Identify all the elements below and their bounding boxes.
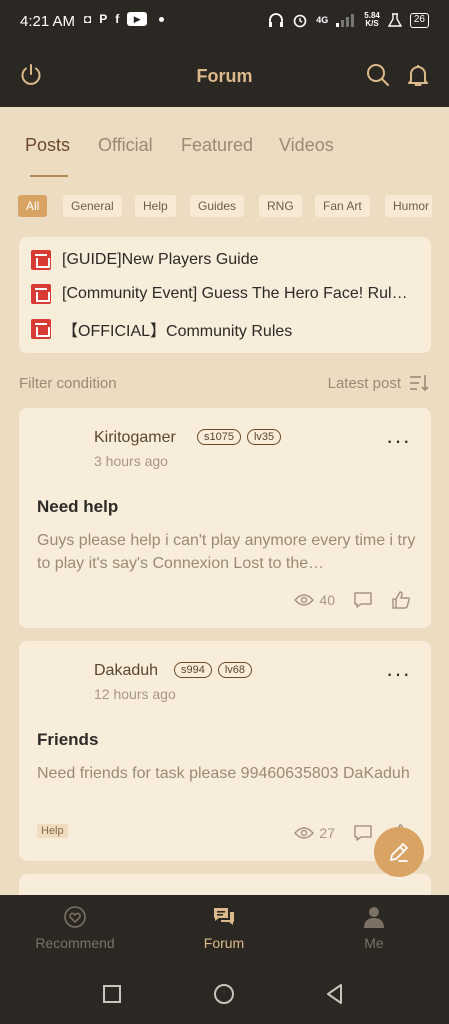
- tab-official[interactable]: Official: [98, 135, 153, 156]
- post-time: 12 hours ago: [94, 686, 176, 702]
- back-icon[interactable]: [324, 983, 346, 1005]
- post-stats: 40: [294, 588, 411, 612]
- nav-label: Recommend: [35, 935, 115, 951]
- post-card[interactable]: Dakaduh s994 lv68 12 hours ago ··· Frien…: [19, 641, 431, 861]
- signal-icon: [336, 14, 355, 27]
- facebook-icon: f: [115, 12, 120, 26]
- system-navigation: [0, 965, 449, 1024]
- chat-bubbles-icon: [214, 908, 234, 925]
- author-badges: s994 lv68: [174, 662, 253, 678]
- sort-button[interactable]: Latest post: [328, 374, 429, 392]
- net-speed: 5.84 K/S: [364, 11, 380, 28]
- comment-icon[interactable]: [353, 824, 373, 842]
- heart-circle-icon: [64, 906, 86, 928]
- pinterest-icon: P: [99, 12, 108, 26]
- app-header: Forum: [0, 44, 449, 107]
- view-count: 40: [294, 592, 335, 608]
- tab-videos[interactable]: Videos: [279, 135, 334, 156]
- pin-icon: [31, 250, 51, 270]
- author-name[interactable]: Kiritogamer: [94, 429, 176, 447]
- chip-rng[interactable]: RNG: [259, 195, 302, 217]
- new-post-button[interactable]: [374, 827, 424, 877]
- battery-indicator: 26: [409, 12, 429, 28]
- system-status-icons: 4G 5.84 K/S 26: [268, 12, 429, 28]
- pinned-post[interactable]: [GUIDE]New Players Guide: [31, 248, 416, 272]
- status-bar: 4:21 AM ◘ P f ▶ 4G 5.84 K/S 26: [0, 0, 449, 44]
- more-options-icon[interactable]: ···: [386, 663, 411, 685]
- status-time: 4:21 AM: [20, 13, 76, 30]
- youtube-icon: ▶: [127, 12, 148, 26]
- active-tab-indicator: [30, 175, 68, 177]
- chip-all[interactable]: All: [18, 195, 48, 217]
- bell-icon[interactable]: [405, 62, 431, 88]
- post-body: Need friends for task please 99460635803…: [37, 765, 410, 782]
- tab-posts[interactable]: Posts: [25, 135, 70, 156]
- post-tag[interactable]: Help: [37, 824, 68, 838]
- person-icon: [364, 907, 384, 928]
- eye-icon: [294, 594, 315, 606]
- headphones-icon: [269, 13, 284, 27]
- filter-condition[interactable]: Filter condition: [19, 375, 117, 392]
- chip-help[interactable]: Help: [135, 195, 176, 217]
- sort-label: Latest post: [327, 374, 401, 392]
- comment-icon[interactable]: [353, 591, 373, 609]
- bottom-navigation: Recommend Forum Me: [0, 895, 449, 965]
- post-card[interactable]: Kiritogamer s1075 lv35 3 hours ago ··· N…: [19, 408, 431, 628]
- chip-humor[interactable]: Humor: [385, 195, 432, 217]
- home-icon[interactable]: [213, 983, 235, 1005]
- level-badge: lv35: [246, 429, 282, 445]
- tab-featured[interactable]: Featured: [181, 135, 253, 156]
- server-badge: s994: [174, 662, 212, 678]
- like-icon[interactable]: [391, 591, 411, 609]
- sort-icon: [410, 375, 429, 392]
- post-time: 3 hours ago: [94, 453, 168, 469]
- pinned-post[interactable]: 【OFFICIAL】Community Rules: [31, 317, 416, 341]
- pin-icon: [31, 319, 51, 339]
- network-type: 4G: [316, 15, 329, 25]
- pencil-icon: [390, 843, 408, 862]
- more-notifications-icon: [159, 16, 165, 22]
- category-filter: All General Help Guides RNG Fan Art Humo…: [18, 195, 432, 219]
- nav-label: Me: [364, 935, 384, 951]
- pinned-posts: [GUIDE]New Players Guide [Community Even…: [19, 237, 431, 353]
- nav-me[interactable]: Me: [314, 905, 434, 951]
- more-options-icon[interactable]: ···: [386, 430, 411, 452]
- office-icon: ◘: [84, 12, 92, 26]
- view-count: 27: [294, 825, 335, 841]
- post-body: Guys please help i can't play anymore ev…: [37, 532, 416, 572]
- nav-label: Forum: [203, 935, 245, 951]
- forum-tabs: Posts Official Featured Videos: [0, 135, 449, 180]
- nav-forum[interactable]: Forum: [164, 905, 284, 951]
- pinned-post-title: 【OFFICIAL】Community Rules: [62, 323, 293, 340]
- chip-general[interactable]: General: [63, 195, 122, 217]
- level-badge: lv68: [217, 662, 253, 678]
- chip-guides[interactable]: Guides: [190, 195, 245, 217]
- eye-icon: [294, 827, 315, 839]
- pinned-post-title: [Community Event] Guess The Hero Face! R…: [62, 285, 416, 302]
- author-name[interactable]: Dakaduh: [94, 662, 158, 680]
- post-title: Need help: [37, 497, 119, 516]
- recents-icon[interactable]: [101, 983, 123, 1005]
- server-badge: s1075: [197, 429, 241, 445]
- post-title: Friends: [37, 730, 99, 749]
- search-icon[interactable]: [365, 62, 391, 88]
- notification-icons: ◘ P f ▶: [84, 12, 165, 26]
- nav-recommend[interactable]: Recommend: [15, 905, 135, 951]
- pin-icon: [31, 284, 51, 304]
- pinned-post-title: [GUIDE]New Players Guide: [62, 251, 259, 268]
- data-saver-icon: [387, 13, 402, 27]
- pinned-post[interactable]: [Community Event] Guess The Hero Face! R…: [31, 282, 416, 306]
- author-badges: s1075 lv35: [197, 429, 282, 445]
- chip-fan-art[interactable]: Fan Art: [315, 195, 370, 217]
- alarm-icon: [293, 14, 307, 28]
